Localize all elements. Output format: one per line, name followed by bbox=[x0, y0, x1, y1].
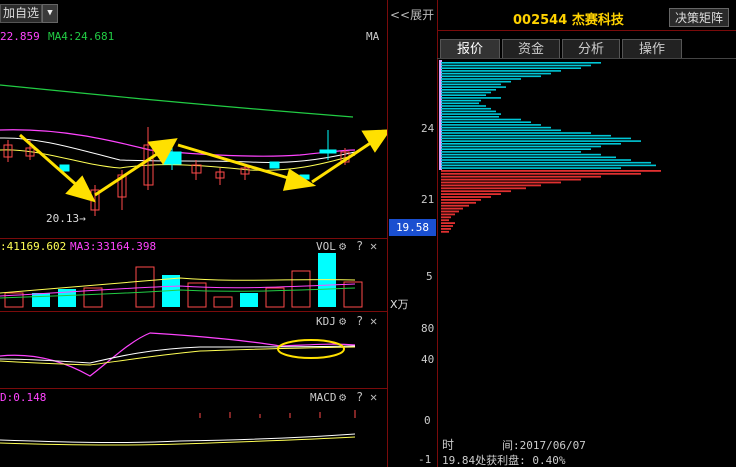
expand-button[interactable]: <<展开 bbox=[390, 6, 434, 23]
stock-title: 002544 杰赛科技 bbox=[513, 9, 624, 28]
info-time-value: 间:2017/06/07 bbox=[502, 439, 586, 452]
low-price-annotation: 20.13→ bbox=[46, 212, 86, 225]
macd-axis-neg1: -1 bbox=[418, 453, 432, 466]
chip-distribution-chart bbox=[439, 60, 661, 233]
tab-quote[interactable]: 报价 bbox=[440, 39, 500, 58]
macd-axis-0: 0 bbox=[424, 414, 431, 427]
kdj-axis-40: 40 bbox=[421, 353, 435, 366]
tab-analysis[interactable]: 分析 bbox=[562, 39, 620, 58]
macd-chart bbox=[0, 410, 356, 446]
candlestick-chart bbox=[0, 84, 388, 216]
axis-label-21: 21 bbox=[421, 193, 435, 206]
axis-label-24: 24 bbox=[421, 122, 435, 135]
stock-code: 002544 bbox=[513, 13, 568, 28]
tab-operation[interactable]: 操作 bbox=[622, 39, 682, 58]
current-price-tag: 19.58 bbox=[389, 219, 436, 236]
tab-funds[interactable]: 资金 bbox=[502, 39, 560, 58]
info-time-label: 时 bbox=[442, 438, 455, 452]
trend-arrows bbox=[19, 129, 388, 203]
info-profit: 19.84处获利盘: 0.40% bbox=[442, 454, 566, 467]
decision-matrix-button[interactable]: 决策矩阵 bbox=[669, 8, 729, 27]
stock-name: 杰赛科技 bbox=[571, 13, 624, 28]
kdj-chart bbox=[0, 332, 356, 377]
kdj-axis-80: 80 bbox=[421, 322, 435, 335]
volume-chart bbox=[0, 253, 363, 308]
ma4-line bbox=[0, 84, 354, 118]
chart-area[interactable]: 加自选 ▼ <<展开 22.859 MA4:24.681 MA 20.13→ 2… bbox=[0, 0, 437, 467]
vol-axis-5: 5 bbox=[426, 270, 433, 283]
vol-axis-unit: X万 bbox=[390, 298, 409, 311]
